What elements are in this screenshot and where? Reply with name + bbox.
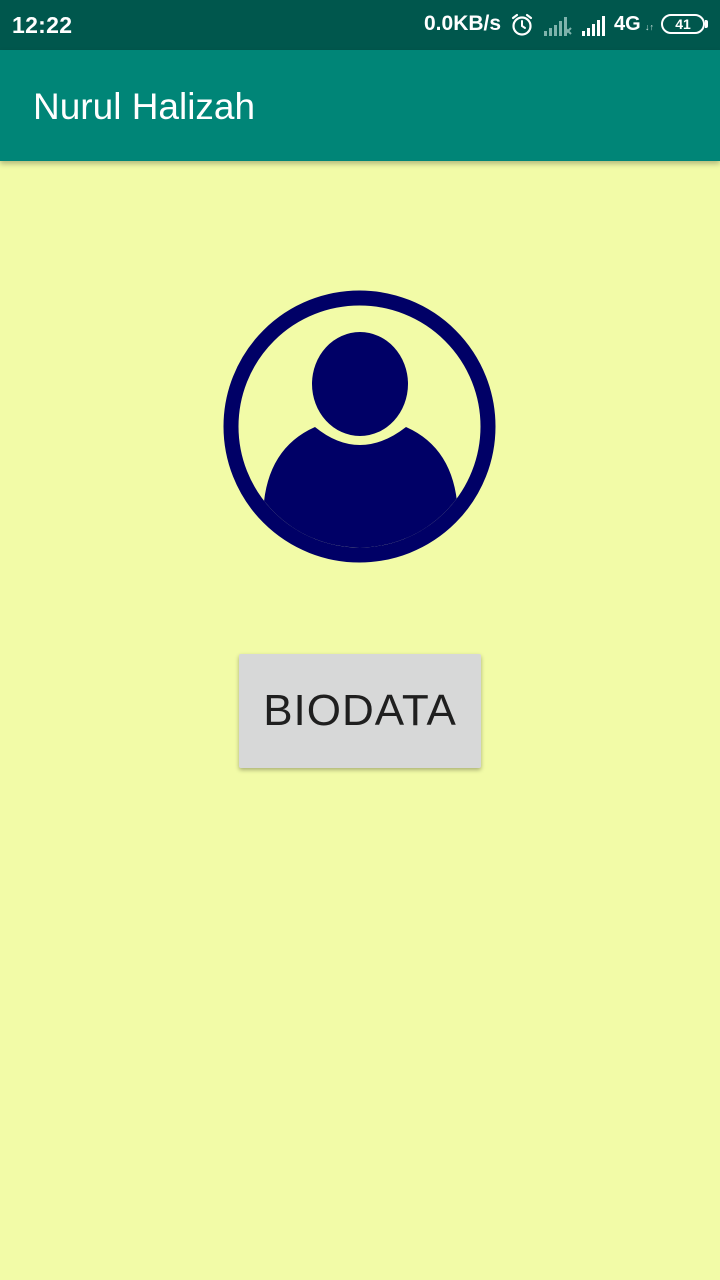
status-time: 12:22 (12, 12, 73, 38)
status-bar: 12:22 0.0KB/s 4G ↓↑ 41 (0, 0, 720, 50)
signal-icon (582, 16, 605, 36)
alarm-icon (511, 13, 533, 36)
battery-tip (705, 20, 708, 28)
app-title: Nurul Halizah (33, 86, 256, 127)
network-type: 4G (614, 13, 641, 35)
battery-level: 41 (675, 16, 691, 32)
network-activity-icon: ↓↑ (645, 22, 654, 32)
biodata-button[interactable]: BIODATA (239, 654, 481, 768)
app-bar: Nurul Halizah (0, 50, 720, 161)
account-circle-icon (223, 290, 496, 563)
network-speed: 0.0KB/s (424, 12, 502, 35)
signal-icon (544, 17, 572, 36)
battery-icon: 41 (661, 14, 705, 34)
